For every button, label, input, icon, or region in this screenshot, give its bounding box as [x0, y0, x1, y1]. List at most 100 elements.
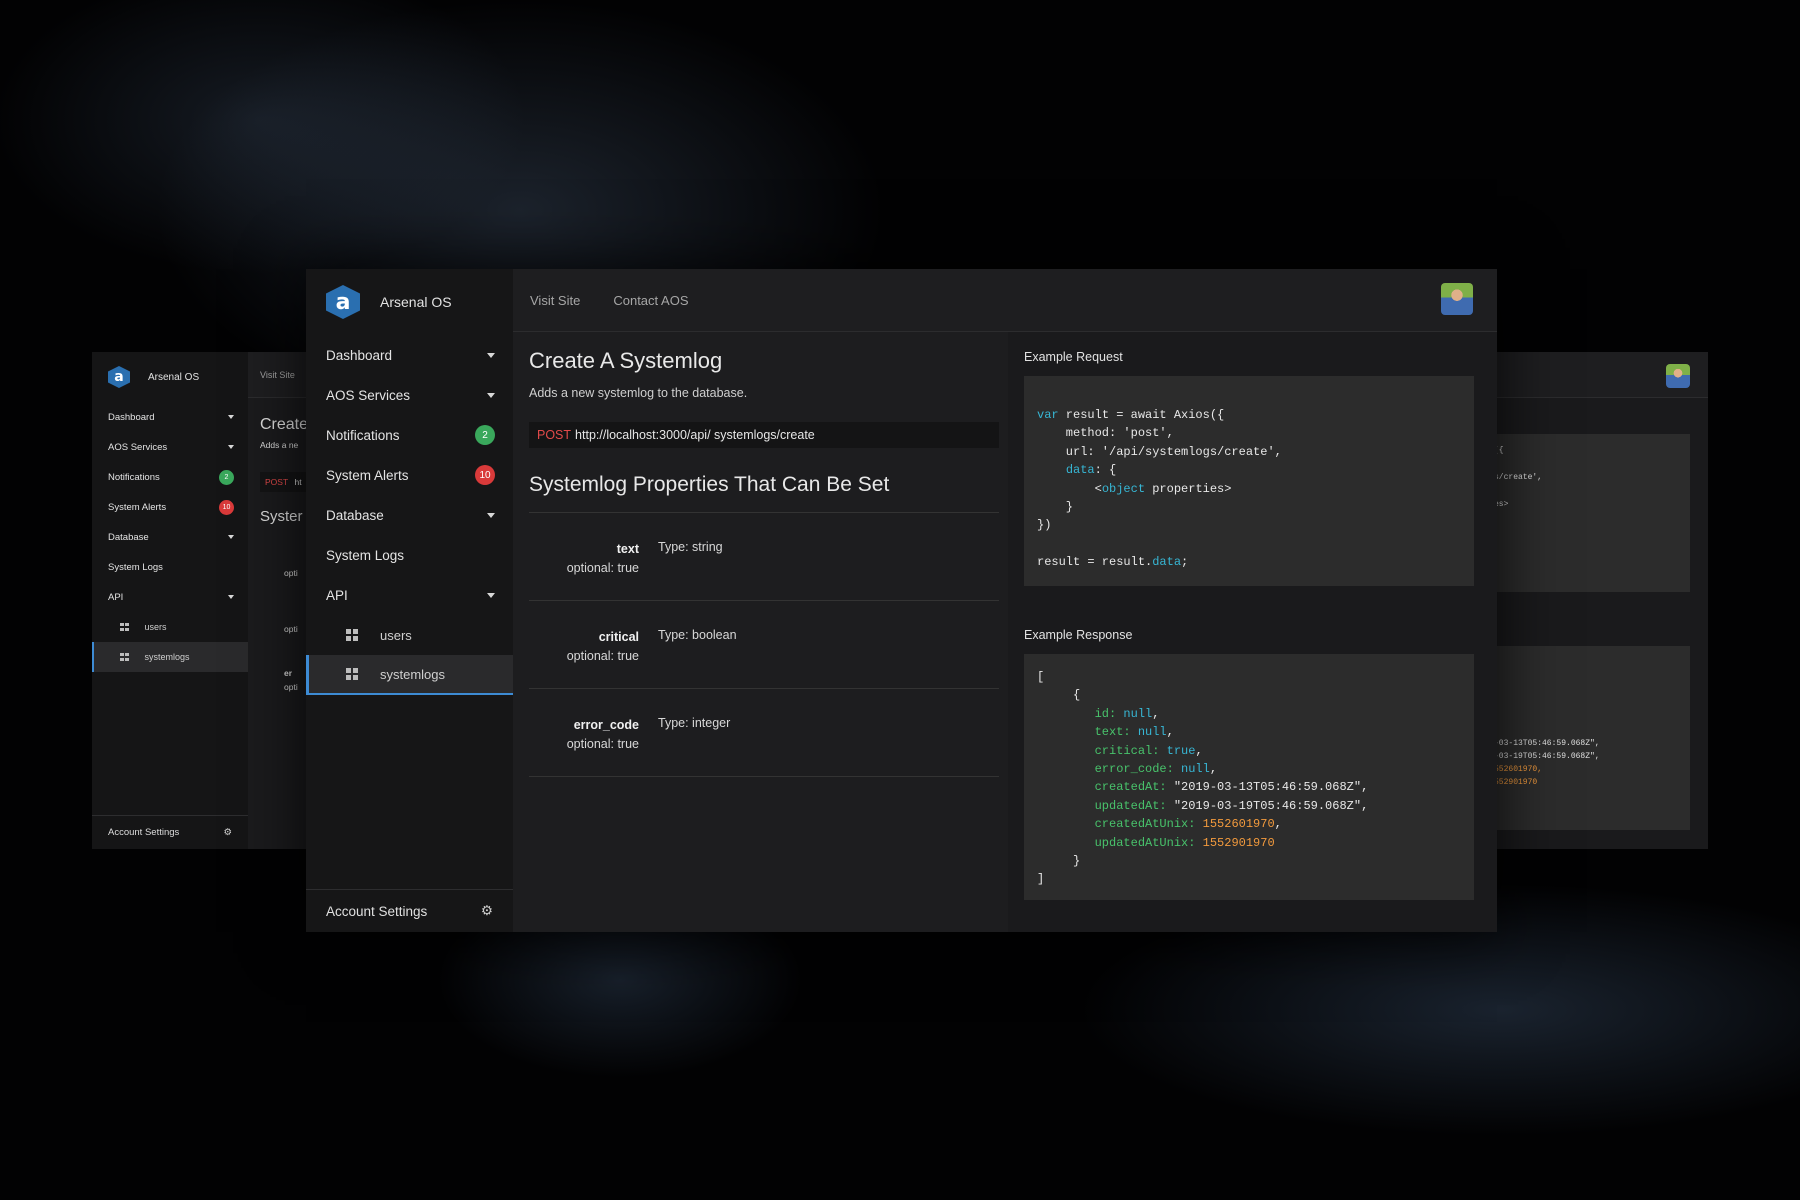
nav-label: AOS Services — [326, 387, 411, 403]
code-line: { — [1037, 688, 1081, 703]
property-optional: optional: true — [566, 649, 639, 663]
visit-site-link[interactable]: Visit Site — [530, 293, 580, 308]
code-line: }) — [1037, 518, 1052, 533]
sub-label: systemlogs — [380, 666, 446, 682]
back-optional-peek: opti — [284, 624, 298, 634]
code-line: text: null, — [1094, 725, 1174, 740]
back-response-code-peek: , -03-13T05:46:59.068Z", -03-19T05:46:59.0… — [1488, 646, 1690, 830]
back-sub-label: users — [144, 622, 167, 632]
alerts-badge: 10 — [219, 499, 234, 515]
code-line: ] — [1037, 872, 1045, 887]
account-settings[interactable]: Account Settings ⚙ — [306, 889, 513, 932]
back-nav-label: System Alerts — [108, 501, 167, 513]
grid-icon — [346, 629, 358, 641]
property-name: error_code — [573, 718, 639, 732]
back-nav-users[interactable]: users — [92, 612, 248, 642]
nav-label: Notifications — [326, 427, 400, 443]
nav-notifications[interactable]: Notifications 2 — [306, 415, 513, 455]
back-app-name: Arsenal OS — [148, 371, 200, 383]
back-nav-database[interactable]: Database — [92, 522, 248, 552]
code-line: -03-13T05:46:59.068Z", — [1494, 739, 1600, 748]
background-scene: a Arsenal OS Dashboard AOS Services Noti… — [0, 0, 1800, 1200]
caret-down-icon — [487, 392, 495, 398]
back-nav-label: Database — [108, 531, 149, 543]
back-sub-label: systemlogs — [144, 652, 190, 662]
account-label: Account Settings — [326, 903, 428, 919]
back-nav-system-alerts[interactable]: System Alerts 10 — [92, 492, 248, 522]
back-optional-peek: opti — [284, 568, 298, 578]
code-line: error_code: null, — [1094, 762, 1218, 777]
back-nav-api[interactable]: API — [92, 582, 248, 612]
back-nav-system-logs[interactable]: System Logs — [92, 552, 248, 582]
code-line: ({ — [1494, 446, 1504, 455]
endpoint: POST http://localhost:3000/api/ systemlo… — [529, 422, 999, 448]
nav-api[interactable]: API — [306, 575, 513, 615]
property-type: Type: boolean — [658, 628, 737, 642]
nav-aos-services[interactable]: AOS Services — [306, 375, 513, 415]
gear-icon[interactable]: ⚙ — [223, 827, 232, 838]
nav-api-users[interactable]: users — [306, 615, 513, 655]
back-right-topbar — [1488, 352, 1708, 398]
page-title: Create A Systemlog — [529, 348, 723, 373]
code-line: updatedAt: "2019-03-19T05:46:59.068Z", — [1094, 798, 1369, 813]
code-line: es> — [1494, 500, 1509, 509]
code-line: , — [1494, 724, 1690, 737]
nav-system-logs[interactable]: System Logs — [306, 535, 513, 575]
back-nav-notifications[interactable]: Notifications 2 — [92, 462, 248, 492]
code-line: critical: true, — [1094, 743, 1203, 758]
code-line: <object properties> — [1037, 481, 1232, 496]
nav-database[interactable]: Database — [306, 495, 513, 535]
property-name: critical — [598, 630, 639, 644]
example-request-code: var result = await Axios({ method: 'post… — [1024, 376, 1474, 586]
topbar: Visit Site Contact AOS — [513, 269, 1497, 332]
examples-column: Example Request var result = await Axios… — [1008, 332, 1497, 932]
caret-down-icon — [228, 445, 234, 449]
brand[interactable]: a Arsenal OS — [306, 269, 513, 335]
back-url-peek: ht — [294, 477, 302, 487]
back-nav-dashboard[interactable]: Dashboard — [92, 402, 248, 432]
property-name: text — [616, 542, 639, 556]
gear-icon[interactable]: ⚙ — [481, 903, 493, 919]
back-nav-systemlogs[interactable]: systemlogs — [92, 642, 248, 672]
http-method: POST — [537, 428, 572, 442]
caret-down-icon — [228, 595, 234, 599]
caret-down-icon — [487, 592, 495, 598]
property-row: text optional: true Type: string — [529, 513, 999, 601]
back-optional-peek: opti — [284, 682, 298, 692]
nav-label: API — [326, 587, 348, 603]
arsenal-logo-icon: a — [326, 285, 360, 319]
nav-system-alerts[interactable]: System Alerts 10 — [306, 455, 513, 495]
back-visit-site-link[interactable]: Visit Site — [260, 370, 295, 380]
back-account-settings[interactable]: Account Settings ⚙ — [92, 815, 248, 849]
avatar[interactable] — [1666, 364, 1690, 388]
code-line: -03-19T05:46:59.068Z", — [1494, 752, 1600, 761]
code-line: updatedAtUnix: 1552901970 — [1094, 835, 1275, 850]
back-account-label: Account Settings — [108, 827, 180, 838]
avatar[interactable] — [1441, 283, 1473, 315]
back-nav-label: System Logs — [108, 561, 163, 573]
code-line: } — [1037, 854, 1081, 869]
nav-api-systemlogs[interactable]: systemlogs — [306, 655, 513, 695]
nav-label: Dashboard — [326, 347, 393, 363]
code-line: method: 'post', — [1037, 426, 1174, 441]
example-response-code: [ { id: null, text: null, critical: true… — [1024, 654, 1474, 900]
app-name: Arsenal OS — [380, 294, 452, 310]
contact-aos-link[interactable]: Contact AOS — [613, 293, 688, 308]
back-nav-label: API — [108, 591, 124, 603]
nav-dashboard[interactable]: Dashboard — [306, 335, 513, 375]
code-line: [ — [1037, 670, 1045, 684]
arsenal-logo-icon: a — [108, 366, 130, 388]
back-nav-aos-services[interactable]: AOS Services — [92, 432, 248, 462]
code-line: data: { — [1065, 463, 1117, 478]
code-line: url: '/api/systemlogs/create', — [1037, 444, 1282, 459]
properties-title: Systemlog Properties That Can Be Set — [529, 473, 999, 513]
sidebar: a Arsenal OS Dashboard AOS Services Noti… — [306, 269, 513, 932]
sub-label: users — [380, 627, 412, 643]
back-error-peek: er — [284, 668, 293, 678]
back-request-code-peek: ({s/create', es> — [1488, 434, 1690, 592]
nav-label: Database — [326, 507, 384, 523]
notifications-badge: 2 — [475, 425, 495, 445]
code-line: createdAt: "2019-03-13T05:46:59.068Z", — [1094, 780, 1369, 795]
code-line: 552901970 — [1494, 778, 1538, 787]
